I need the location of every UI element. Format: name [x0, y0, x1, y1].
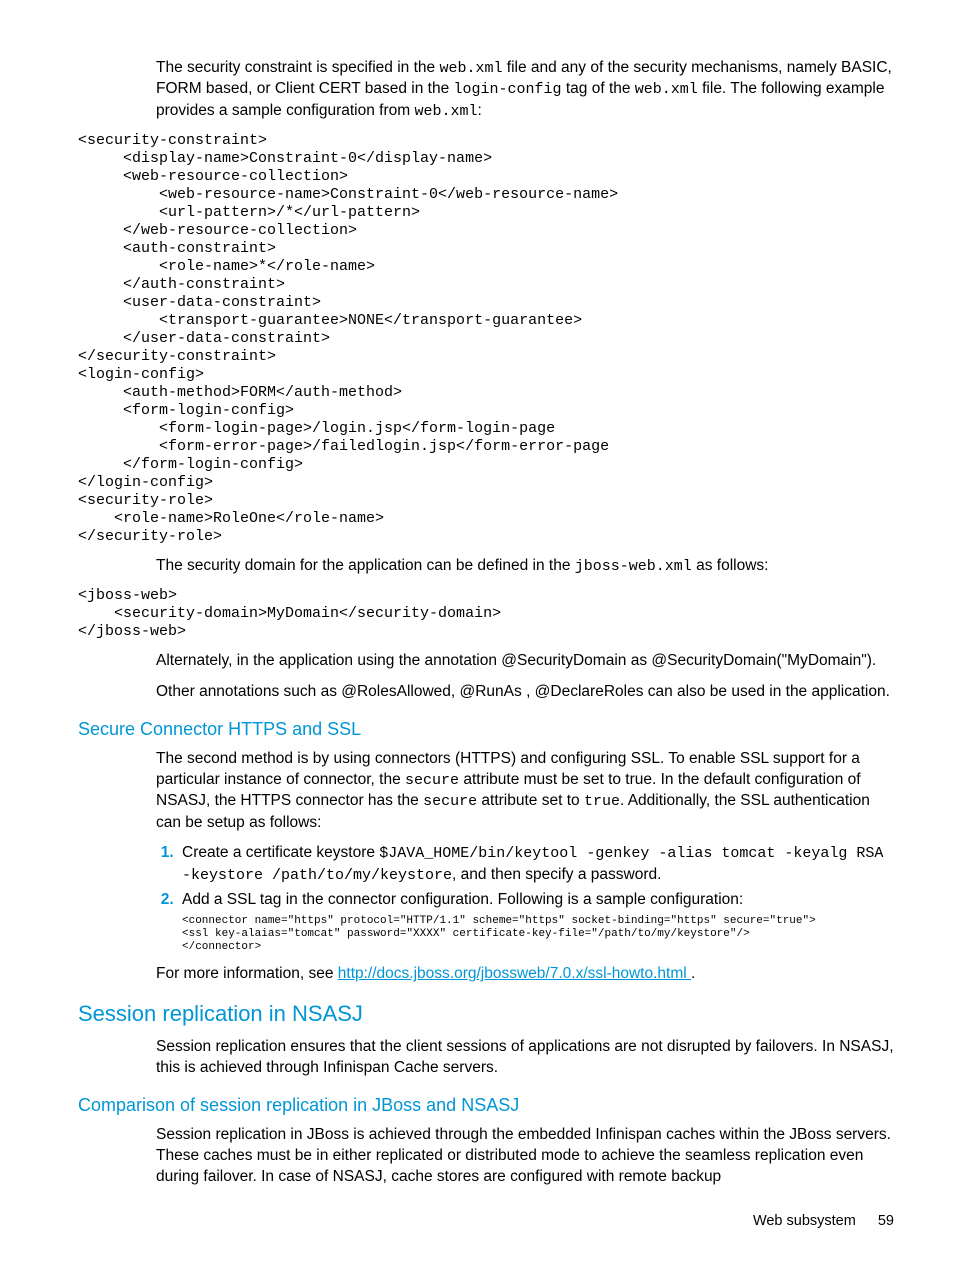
- code-block-connector: <connector name="https" protocol="HTTP/1…: [182, 915, 894, 955]
- text: The security constraint is specified in …: [156, 59, 439, 76]
- paragraph-other-annotations: Other annotations such as @RolesAllowed,…: [156, 682, 894, 703]
- text: The security domain for the application …: [156, 557, 575, 574]
- paragraph-alternately: Alternately, in the application using th…: [156, 651, 894, 672]
- heading-secure-connector: Secure Connector HTTPS and SSL: [78, 717, 894, 741]
- page-footer: Web subsystem 59: [78, 1212, 894, 1232]
- text: attribute set to: [477, 792, 584, 809]
- text: , and then specify a password.: [452, 866, 661, 883]
- text: :: [477, 102, 481, 119]
- code-inline: web.xml: [635, 81, 698, 98]
- page-number: 59: [878, 1213, 894, 1229]
- steps-list: Create a certificate keystore $JAVA_HOME…: [156, 843, 894, 954]
- text: as follows:: [692, 557, 769, 574]
- code-inline: jboss-web.xml: [575, 558, 692, 575]
- code-inline: true: [584, 793, 620, 810]
- step-2: Add a SSL tag in the connector configura…: [178, 890, 894, 954]
- code-inline: web.xml: [414, 103, 477, 120]
- paragraph-comparison: Session replication in JBoss is achieved…: [156, 1125, 894, 1188]
- ssl-howto-link[interactable]: http://docs.jboss.org/jbossweb/7.0.x/ssl…: [338, 965, 691, 982]
- footer-section-label: Web subsystem: [753, 1213, 856, 1229]
- text: Add a SSL tag in the connector configura…: [182, 891, 743, 908]
- heading-session-replication: Session replication in NSASJ: [78, 999, 894, 1029]
- heading-comparison: Comparison of session replication in JBo…: [78, 1093, 894, 1117]
- code-inline: web.xml: [439, 60, 502, 77]
- text: For more information, see: [156, 965, 338, 982]
- code-inline: secure: [423, 793, 477, 810]
- paragraph-session-replication: Session replication ensures that the cli…: [156, 1037, 894, 1079]
- intro-paragraph: The security constraint is specified in …: [156, 58, 894, 122]
- code-inline: login-config: [454, 81, 562, 98]
- step-1: Create a certificate keystore $JAVA_HOME…: [178, 843, 894, 886]
- text: .: [691, 965, 695, 982]
- code-block-jboss-web: <jboss-web> <security-domain>MyDomain</s…: [78, 587, 894, 641]
- code-inline: secure: [405, 772, 459, 789]
- text: Create a certificate keystore: [182, 844, 379, 861]
- paragraph-more-info: For more information, see http://docs.jb…: [156, 964, 894, 985]
- code-block-security-constraint: <security-constraint> <display-name>Cons…: [78, 132, 894, 546]
- paragraph-ssl-method: The second method is by using connectors…: [156, 749, 894, 833]
- text: tag of the: [562, 80, 635, 97]
- paragraph-domain-defined: The security domain for the application …: [156, 556, 894, 577]
